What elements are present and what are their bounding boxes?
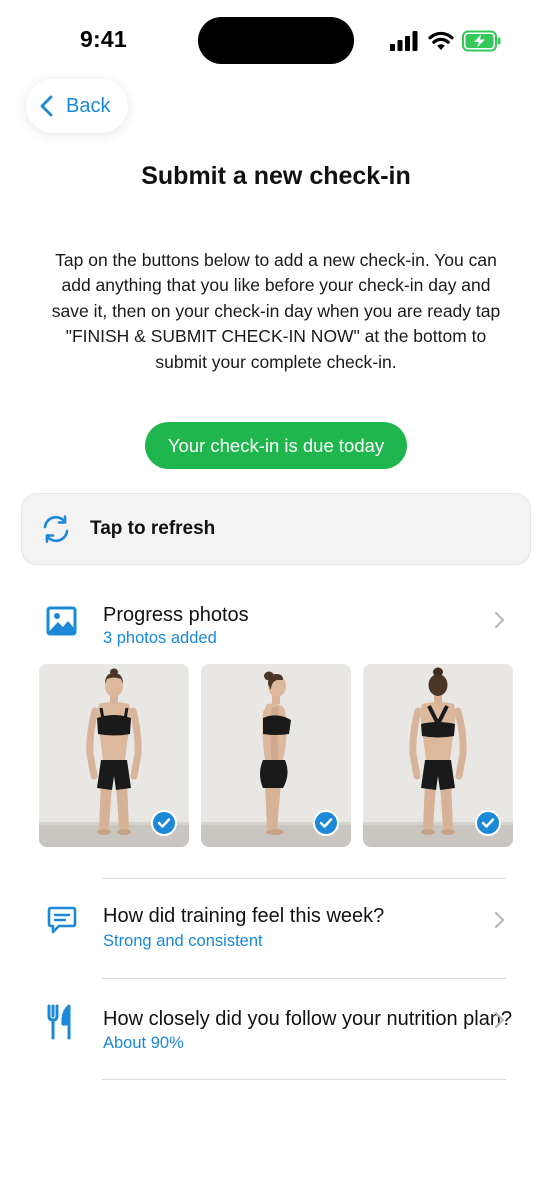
chevron-right-icon xyxy=(494,611,505,629)
refresh-icon xyxy=(43,515,69,543)
dynamic-island xyxy=(198,17,354,64)
check-icon xyxy=(481,818,495,828)
progress-photos-subtitle: 3 photos added xyxy=(103,629,217,647)
refresh-button[interactable]: Tap to refresh xyxy=(21,493,531,565)
check-icon xyxy=(157,818,171,828)
chat-icon xyxy=(47,906,77,934)
training-answer: Strong and consistent xyxy=(103,932,263,950)
training-feel-row[interactable]: How did training feel this week? Strong … xyxy=(0,896,552,966)
progress-photo-back[interactable] xyxy=(363,664,513,847)
photo-selected-check xyxy=(475,810,501,836)
photo-selected-check xyxy=(151,810,177,836)
nutrition-plan-row[interactable]: How closely did you follow your nutritio… xyxy=(0,998,552,1068)
wifi-icon xyxy=(428,31,454,50)
image-icon xyxy=(46,606,77,636)
training-question: How did training feel this week? xyxy=(103,905,385,927)
status-time: 9:41 xyxy=(80,26,127,52)
back-button[interactable]: Back xyxy=(26,79,128,133)
cellular-signal-icon xyxy=(390,31,418,51)
back-label: Back xyxy=(66,94,111,117)
photo-selected-check xyxy=(313,810,339,836)
battery-charging-icon xyxy=(462,30,501,52)
chevron-right-icon xyxy=(494,1011,505,1029)
status-icons xyxy=(390,28,502,54)
intro-text: Tap on the buttons below to add a new ch… xyxy=(51,250,501,372)
check-icon xyxy=(319,818,333,828)
nutrition-answer: About 90% xyxy=(103,1034,184,1052)
fork-knife-icon xyxy=(47,1004,71,1040)
progress-photos-row[interactable]: Progress photos 3 photos added xyxy=(0,596,552,656)
divider xyxy=(102,978,506,979)
nutrition-question: How closely did you follow your nutritio… xyxy=(103,1008,513,1030)
chevron-right-icon xyxy=(494,911,505,929)
page-title: Submit a new check-in xyxy=(141,162,411,190)
progress-photo-front[interactable] xyxy=(39,664,189,847)
due-status-badge: Your check-in is due today xyxy=(145,422,407,469)
divider xyxy=(102,878,506,879)
checkin-screen: 9:41 Back Submit a new check-in Tap on t… xyxy=(0,0,552,1200)
divider xyxy=(102,1079,506,1080)
refresh-label: Tap to refresh xyxy=(90,518,216,539)
status-bar: 9:41 xyxy=(0,0,552,80)
progress-photos-title: Progress photos xyxy=(103,604,249,626)
progress-photo-side[interactable] xyxy=(201,664,351,847)
chevron-left-icon xyxy=(40,95,53,117)
